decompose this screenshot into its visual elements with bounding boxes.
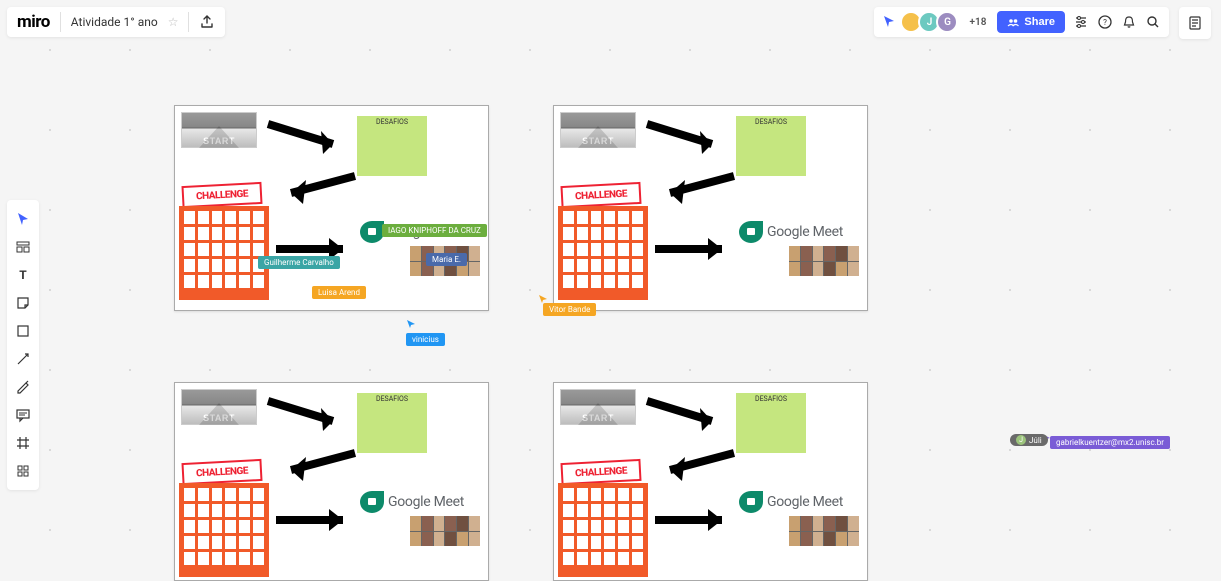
user-cursor: gabrielkuentzer@mx2.unisc.br xyxy=(1050,436,1170,449)
user-cursor: Guilherme Carvalho xyxy=(258,256,340,269)
meet-icon xyxy=(360,491,384,513)
logo[interactable]: miro xyxy=(17,12,50,32)
svg-text:?: ? xyxy=(1103,18,1107,27)
left-toolbar: T xyxy=(7,200,39,490)
arrow-icon xyxy=(273,168,363,208)
arrow-icon xyxy=(642,393,732,433)
user-cursor: Vitor Bande xyxy=(543,303,596,316)
meet-icon xyxy=(360,221,384,243)
challenge-stamp[interactable]: CHALLENGE xyxy=(560,182,641,208)
start-image[interactable]: START xyxy=(560,389,636,425)
text-tool[interactable]: T xyxy=(11,264,35,286)
arrow-icon xyxy=(263,116,353,156)
arrow-icon xyxy=(650,505,740,535)
calendar-grid[interactable] xyxy=(179,206,269,300)
avatar[interactable]: G xyxy=(936,11,958,33)
pen-tool[interactable] xyxy=(11,376,35,398)
avatar-stack[interactable]: J G xyxy=(904,11,958,33)
templates-tool[interactable] xyxy=(11,236,35,258)
help-icon[interactable]: ? xyxy=(1097,14,1113,30)
user-cursor: JJúli xyxy=(1010,434,1048,446)
share-label: Share xyxy=(1024,16,1055,28)
shape-tool[interactable] xyxy=(11,320,35,342)
cursor-indicator-icon[interactable] xyxy=(882,13,896,32)
board-title[interactable]: Atividade 1° ano xyxy=(71,15,158,29)
faces-grid xyxy=(410,516,480,546)
meet-label: Google Meet xyxy=(767,224,843,240)
top-right-bar: J G +18 Share ? xyxy=(874,7,1169,37)
svg-text:T: T xyxy=(19,268,27,282)
frame-tool[interactable] xyxy=(11,432,35,454)
faces-grid xyxy=(789,516,859,546)
user-pill: JJúli xyxy=(1010,434,1048,446)
extra-users-count[interactable]: +18 xyxy=(966,17,989,28)
star-icon[interactable]: ☆ xyxy=(168,15,179,29)
sticky-note[interactable]: DESAFIOS xyxy=(736,393,806,453)
frame[interactable]: START DESAFIOS CHALLENGE Google Meet xyxy=(553,105,868,311)
arrow-icon xyxy=(271,505,361,535)
user-cursor xyxy=(406,319,416,329)
user-cursor: vinicius xyxy=(406,333,445,346)
bell-icon[interactable] xyxy=(1121,14,1137,30)
arrow-icon xyxy=(263,393,353,433)
sticky-note[interactable]: DESAFIOS xyxy=(357,116,427,176)
challenge-stamp[interactable]: CHALLENGE xyxy=(560,459,641,485)
meet-label: Google Meet xyxy=(388,494,464,510)
frame[interactable]: START DESAFIOS CHALLENGE Google Meet xyxy=(174,105,489,311)
top-left-bar: miro Atividade 1° ano ☆ xyxy=(7,7,225,37)
calendar-grid[interactable] xyxy=(179,483,269,577)
faces-grid xyxy=(789,246,859,276)
arrow-icon xyxy=(273,445,363,485)
select-tool[interactable] xyxy=(11,208,35,230)
user-cursor: IAGO KNIPHOFF DA CRUZ xyxy=(382,224,487,237)
connect-tool[interactable] xyxy=(11,348,35,370)
frame[interactable]: START DESAFIOS CHALLENGE Google Meet xyxy=(553,382,868,581)
search-icon[interactable] xyxy=(1145,14,1161,30)
calendar-grid[interactable] xyxy=(558,206,648,300)
sticky-tool[interactable] xyxy=(11,292,35,314)
google-meet-block[interactable]: Google Meet xyxy=(739,221,859,276)
arrow-icon xyxy=(652,168,742,208)
sticky-note[interactable]: DESAFIOS xyxy=(736,116,806,176)
divider xyxy=(60,12,61,32)
export-icon[interactable] xyxy=(199,14,215,30)
google-meet-block[interactable]: Google Meet xyxy=(739,491,859,546)
user-cursor: Luisa Arend xyxy=(312,286,366,299)
settings-icon[interactable] xyxy=(1073,14,1089,30)
user-cursor: Maria E. xyxy=(426,253,467,266)
arrow-icon xyxy=(652,445,742,485)
calendar-grid[interactable] xyxy=(558,483,648,577)
challenge-stamp[interactable]: CHALLENGE xyxy=(181,182,262,208)
more-tool[interactable] xyxy=(11,460,35,482)
frame[interactable]: START DESAFIOS CHALLENGE Google Meet xyxy=(174,382,489,581)
start-image[interactable]: START xyxy=(181,112,257,148)
notes-panel-button[interactable] xyxy=(1179,7,1211,39)
share-button[interactable]: Share xyxy=(997,11,1065,33)
start-image[interactable]: START xyxy=(560,112,636,148)
divider xyxy=(188,12,189,32)
arrow-icon xyxy=(650,234,740,264)
comment-tool[interactable] xyxy=(11,404,35,426)
sticky-note[interactable]: DESAFIOS xyxy=(357,393,427,453)
challenge-stamp[interactable]: CHALLENGE xyxy=(181,459,262,485)
meet-icon xyxy=(739,221,763,243)
meet-icon xyxy=(739,491,763,513)
meet-label: Google Meet xyxy=(767,494,843,510)
start-image[interactable]: START xyxy=(181,389,257,425)
google-meet-block[interactable]: Google Meet xyxy=(360,491,480,546)
arrow-icon xyxy=(642,116,732,156)
